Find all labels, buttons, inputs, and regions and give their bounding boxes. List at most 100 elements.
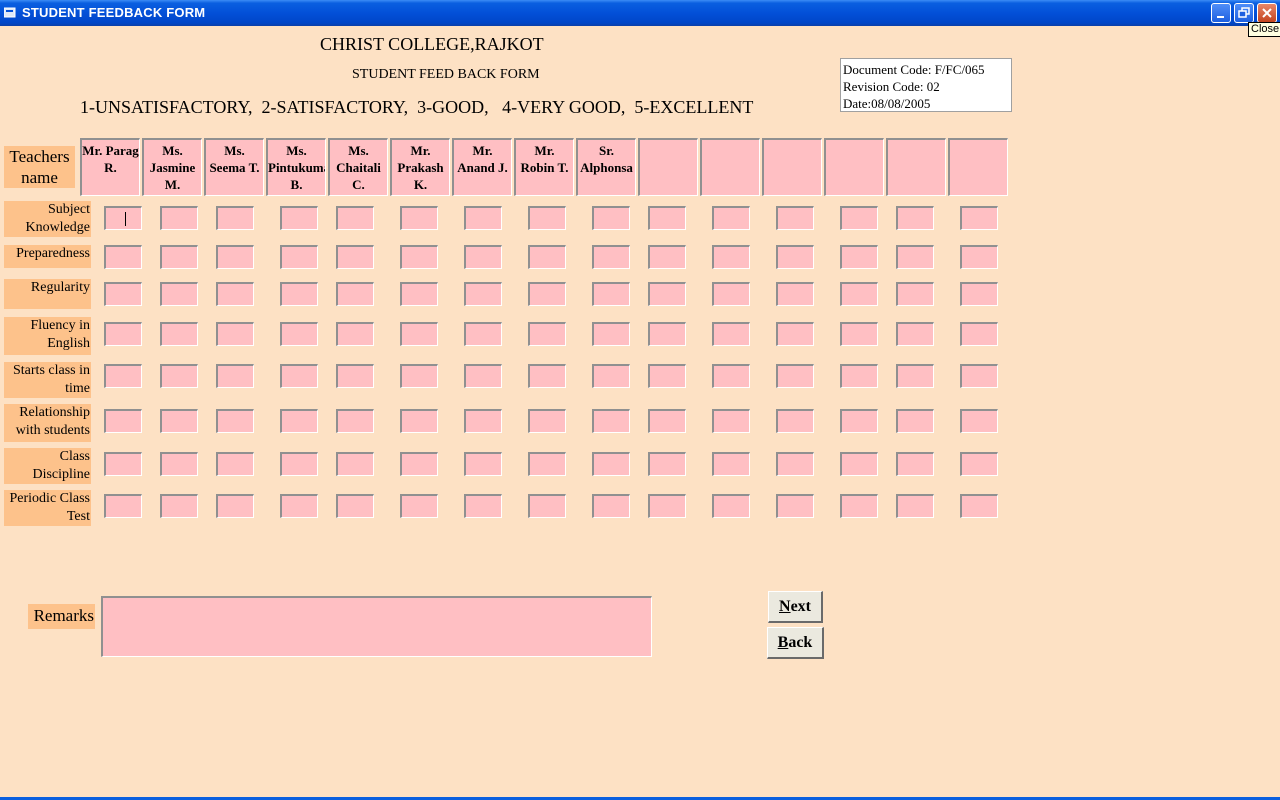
rating-input[interactable] bbox=[336, 364, 374, 388]
rating-input[interactable] bbox=[160, 245, 198, 269]
rating-input[interactable] bbox=[400, 409, 438, 433]
rating-input[interactable] bbox=[840, 245, 878, 269]
rating-input[interactable] bbox=[160, 206, 198, 230]
rating-input[interactable] bbox=[280, 494, 318, 518]
rating-input[interactable] bbox=[528, 409, 566, 433]
rating-input[interactable] bbox=[336, 494, 374, 518]
rating-input[interactable] bbox=[896, 206, 934, 230]
rating-input[interactable] bbox=[776, 452, 814, 476]
rating-input[interactable] bbox=[216, 364, 254, 388]
rating-input[interactable] bbox=[896, 282, 934, 306]
rating-input[interactable] bbox=[336, 452, 374, 476]
rating-input[interactable] bbox=[216, 206, 254, 230]
rating-input[interactable] bbox=[464, 364, 502, 388]
rating-input[interactable] bbox=[464, 494, 502, 518]
rating-input[interactable] bbox=[712, 409, 750, 433]
rating-input[interactable] bbox=[160, 282, 198, 306]
rating-input[interactable] bbox=[960, 206, 998, 230]
rating-input[interactable] bbox=[216, 452, 254, 476]
rating-input[interactable] bbox=[840, 494, 878, 518]
rating-input[interactable] bbox=[712, 322, 750, 346]
rating-input[interactable] bbox=[776, 245, 814, 269]
rating-input[interactable] bbox=[896, 245, 934, 269]
rating-input[interactable] bbox=[280, 364, 318, 388]
rating-input[interactable] bbox=[712, 206, 750, 230]
rating-input[interactable] bbox=[104, 206, 142, 230]
rating-input[interactable] bbox=[464, 245, 502, 269]
rating-input[interactable] bbox=[104, 282, 142, 306]
rating-input[interactable] bbox=[592, 494, 630, 518]
rating-input[interactable] bbox=[592, 409, 630, 433]
rating-input[interactable] bbox=[216, 494, 254, 518]
rating-input[interactable] bbox=[400, 245, 438, 269]
remarks-input[interactable] bbox=[101, 596, 652, 657]
rating-input[interactable] bbox=[216, 245, 254, 269]
rating-input[interactable] bbox=[160, 409, 198, 433]
rating-input[interactable] bbox=[528, 494, 566, 518]
rating-input[interactable] bbox=[776, 494, 814, 518]
rating-input[interactable] bbox=[280, 206, 318, 230]
close-button[interactable] bbox=[1257, 3, 1277, 23]
rating-input[interactable] bbox=[280, 245, 318, 269]
rating-input[interactable] bbox=[280, 282, 318, 306]
rating-input[interactable] bbox=[648, 364, 686, 388]
rating-input[interactable] bbox=[648, 322, 686, 346]
rating-input[interactable] bbox=[280, 322, 318, 346]
rating-input[interactable] bbox=[336, 282, 374, 306]
rating-input[interactable] bbox=[648, 282, 686, 306]
rating-input[interactable] bbox=[400, 322, 438, 346]
rating-input[interactable] bbox=[104, 409, 142, 433]
rating-input[interactable] bbox=[528, 282, 566, 306]
rating-input[interactable] bbox=[160, 452, 198, 476]
rating-input[interactable] bbox=[840, 409, 878, 433]
rating-input[interactable] bbox=[960, 245, 998, 269]
rating-input[interactable] bbox=[648, 494, 686, 518]
rating-input[interactable] bbox=[160, 494, 198, 518]
rating-input[interactable] bbox=[592, 245, 630, 269]
rating-input[interactable] bbox=[400, 282, 438, 306]
rating-input[interactable] bbox=[592, 206, 630, 230]
rating-input[interactable] bbox=[648, 452, 686, 476]
rating-input[interactable] bbox=[528, 364, 566, 388]
rating-input[interactable] bbox=[960, 494, 998, 518]
rating-input[interactable] bbox=[712, 364, 750, 388]
rating-input[interactable] bbox=[840, 282, 878, 306]
rating-input[interactable] bbox=[896, 409, 934, 433]
rating-input[interactable] bbox=[712, 452, 750, 476]
rating-input[interactable] bbox=[776, 364, 814, 388]
rating-input[interactable] bbox=[400, 364, 438, 388]
rating-input[interactable] bbox=[528, 322, 566, 346]
rating-input[interactable] bbox=[280, 409, 318, 433]
rating-input[interactable] bbox=[464, 206, 502, 230]
rating-input[interactable] bbox=[464, 409, 502, 433]
rating-input[interactable] bbox=[776, 206, 814, 230]
rating-input[interactable] bbox=[840, 364, 878, 388]
back-button[interactable]: Back bbox=[767, 627, 824, 659]
minimize-button[interactable] bbox=[1211, 3, 1231, 23]
rating-input[interactable] bbox=[840, 322, 878, 346]
rating-input[interactable] bbox=[160, 364, 198, 388]
rating-input[interactable] bbox=[216, 409, 254, 433]
rating-input[interactable] bbox=[336, 206, 374, 230]
rating-input[interactable] bbox=[104, 364, 142, 388]
rating-input[interactable] bbox=[712, 245, 750, 269]
rating-input[interactable] bbox=[104, 452, 142, 476]
rating-input[interactable] bbox=[712, 494, 750, 518]
rating-input[interactable] bbox=[960, 322, 998, 346]
rating-input[interactable] bbox=[464, 282, 502, 306]
rating-input[interactable] bbox=[896, 322, 934, 346]
rating-input[interactable] bbox=[776, 282, 814, 306]
rating-input[interactable] bbox=[104, 494, 142, 518]
rating-input[interactable] bbox=[648, 206, 686, 230]
rating-input[interactable] bbox=[960, 364, 998, 388]
rating-input[interactable] bbox=[528, 245, 566, 269]
rating-input[interactable] bbox=[464, 322, 502, 346]
rating-input[interactable] bbox=[216, 322, 254, 346]
rating-input[interactable] bbox=[896, 452, 934, 476]
rating-input[interactable] bbox=[960, 452, 998, 476]
rating-input[interactable] bbox=[776, 322, 814, 346]
rating-input[interactable] bbox=[896, 494, 934, 518]
rating-input[interactable] bbox=[400, 452, 438, 476]
rating-input[interactable] bbox=[960, 409, 998, 433]
rating-input[interactable] bbox=[464, 452, 502, 476]
